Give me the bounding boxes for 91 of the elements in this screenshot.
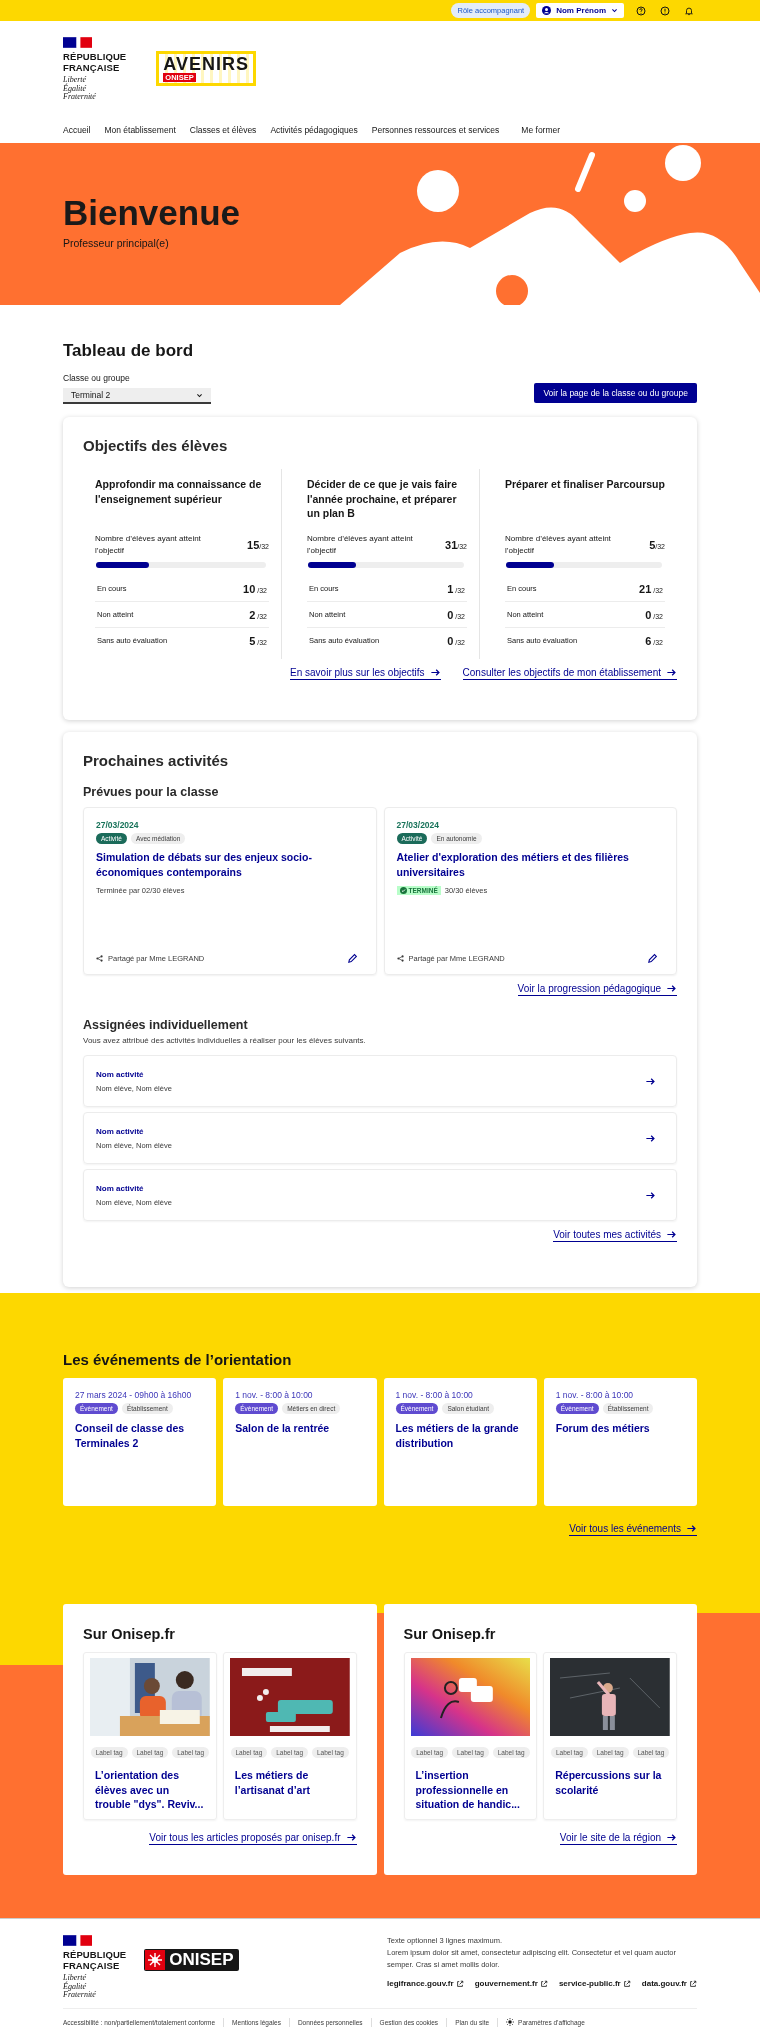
activity-name: Nom activité (96, 1126, 145, 1136)
republic-name: RÉPUBLIQUE FRANÇAISE (63, 1949, 127, 1971)
onisep-link[interactable]: Voir le site de la région (559, 1832, 677, 1845)
check-circle-icon (399, 887, 407, 894)
edit-button[interactable] (346, 953, 358, 964)
onisep-logo[interactable]: ONISEP (144, 1949, 239, 1971)
objectives-link[interactable]: En savoir plus sur les objectifs (290, 667, 441, 680)
objective-title: Préparer et finaliser Parcoursup (505, 477, 665, 492)
external-link-icon (622, 1979, 631, 1988)
dashboard-title: Tableau de bord (63, 341, 195, 361)
external-link-icon (455, 1979, 464, 1988)
arrow-right-icon (686, 1523, 697, 1534)
section-title: Prévues pour la classe (83, 785, 220, 799)
activity-title: Atelier d'exploration des métiers et des filières universitaires (396, 850, 630, 880)
reached-label: Nombre d’élèves ayant atteint l’objectif (95, 533, 202, 557)
flag-icon (63, 1935, 92, 1946)
external-link-icon (689, 1979, 697, 1988)
activity-date: 27/03/2024 (96, 820, 140, 830)
event-date: 1 nov. - 8:00 à 10:00 (555, 1390, 635, 1400)
nav-link[interactable]: Me former (521, 125, 561, 135)
objectives-link[interactable]: Consulter les objectifs de mon établissement (462, 667, 677, 680)
pencil-icon (346, 953, 358, 964)
arrow-right-icon (645, 1132, 656, 1144)
progression-link[interactable]: Voir la progression pédagogique (517, 983, 677, 996)
article-title: Répercussions sur la scolarité (554, 1768, 663, 1797)
user-menu-button[interactable]: Nom Prénom (536, 3, 624, 18)
edit-button[interactable] (647, 953, 658, 964)
activity-title: Simulation de débats sur des enjeux socio-économiques contemporains (96, 850, 313, 880)
event-title: Conseil de classe des Terminales 2 (75, 1421, 186, 1450)
select-label: Classe ou groupe (63, 373, 131, 383)
event-title: Forum des métiers (555, 1421, 651, 1436)
nav-link[interactable]: Accueil (63, 125, 91, 135)
share-icon (396, 955, 404, 962)
motto: Liberté Égalité Fraternité (63, 1974, 97, 2000)
section-title: Assignées individuellement (83, 1018, 249, 1032)
all-events-link[interactable]: Voir tous les événements (569, 1523, 697, 1536)
external-link[interactable]: gouvernement.fr (474, 1979, 548, 1988)
events-title: Les événements de l’orientation (63, 1351, 293, 1368)
external-link[interactable]: legifrance.gouv.fr (387, 1979, 464, 1988)
arrow-right-icon (645, 1189, 656, 1201)
event-title: Les métiers de la grande distribution (395, 1421, 520, 1450)
event-date: 1 nov. - 8:00 à 10:00 (235, 1390, 314, 1400)
info-icon[interactable] (658, 3, 672, 18)
chevron-down-icon (611, 7, 618, 14)
activity-name: Nom activité (96, 1069, 145, 1079)
class-page-button[interactable]: Voir la page de la classe ou du groupe (534, 383, 697, 403)
card-title: Objectifs des élèves (83, 437, 229, 454)
arrow-right-icon (345, 1832, 357, 1843)
arrow-right-icon (645, 1075, 656, 1087)
all-activities-link[interactable]: Voir toutes mes activités (553, 1229, 677, 1242)
reached-label: Nombre d’élèves ayant atteint l’objectif (307, 533, 414, 557)
activity-name: Nom activité (96, 1183, 145, 1193)
arrow-right-icon (429, 667, 441, 678)
motto: Liberté Égalité Fraternité (63, 76, 97, 102)
chevron-down-icon (196, 391, 203, 399)
external-link[interactable]: service-public.fr (558, 1979, 631, 1988)
nav-link[interactable]: Activités pédagogiques (270, 125, 358, 135)
onisep-link[interactable]: Voir tous les articles proposés par onisep.fr (149, 1832, 357, 1845)
card-title: Prochaines activités (83, 752, 230, 769)
activity-date: 27/03/2024 (396, 820, 441, 830)
share-icon (96, 955, 103, 962)
hero-subtitle: Professeur principal(e) (63, 237, 170, 249)
help-icon[interactable] (634, 3, 648, 18)
user-icon (542, 6, 552, 15)
article-title: Les métiers de l’artisanat d’art (233, 1768, 312, 1797)
pencil-icon (647, 953, 658, 964)
event-title: Salon de la rentrée (235, 1421, 331, 1436)
flag-icon (63, 37, 92, 48)
reached-label: Nombre d’élèves ayant atteint l’objectif (505, 533, 612, 557)
arrow-right-icon (666, 983, 677, 994)
nav-link[interactable]: Classes et élèves (189, 125, 257, 135)
arrow-right-icon (666, 1832, 677, 1843)
event-date: 27 mars 2024 - 09h00 à 16h00 (75, 1390, 193, 1400)
class-select[interactable]: Terminal 2 (63, 388, 211, 404)
hero-title: Bienvenue (63, 193, 241, 233)
nav-link[interactable]: Personnes ressources et services (371, 125, 500, 135)
section-description: Vous avez attribué des activités individuelles à réaliser pour les élèves suivants. (83, 1036, 367, 1045)
event-date: 1 nov. - 8:00 à 10:00 (395, 1390, 474, 1400)
card-title: Sur Onisep.fr (403, 1626, 497, 1642)
brightness-icon (506, 2018, 515, 2026)
article-title: L’orientation des élèves avec un trouble "dys". Reviv... (94, 1768, 205, 1812)
external-link-icon (539, 1979, 548, 1988)
nav-link[interactable]: Mon établissement (104, 125, 176, 135)
arrow-right-icon (666, 1229, 677, 1240)
article-title: L’insertion professionnelle en situation de handic... (414, 1768, 521, 1812)
card-title: Sur Onisep.fr (83, 1626, 176, 1642)
arrow-right-icon (666, 667, 677, 678)
objective-title: Approfondir ma connaissance de l'enseignement supérieur (95, 477, 263, 507)
objective-title: Décider de ce que je vais faire l'année prochaine, et préparer un plan B (307, 477, 458, 521)
republic-name: RÉPUBLIQUE FRANÇAISE (63, 51, 127, 73)
external-link[interactable]: data.gouv.fr (641, 1979, 697, 1988)
